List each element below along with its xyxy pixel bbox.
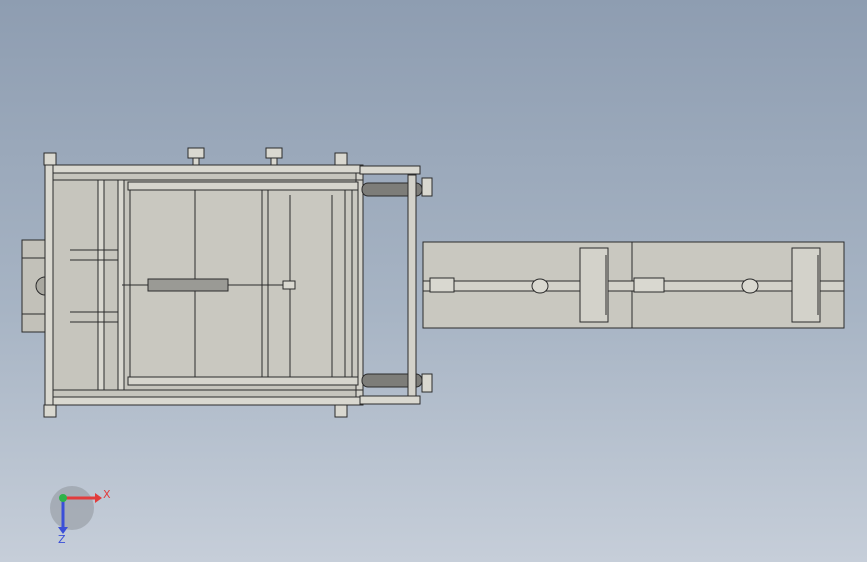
y-axis-icon <box>59 494 67 502</box>
extension-plate <box>422 241 845 329</box>
triad-shadow <box>50 486 94 530</box>
roller-cylinders <box>359 165 433 405</box>
top-brackets <box>187 147 283 166</box>
machine-assembly-topview <box>21 147 845 418</box>
x-axis-label: X <box>103 488 111 501</box>
x-arrow-icon <box>95 493 102 503</box>
z-axis-label: Z <box>58 533 66 546</box>
axis-triad: X Z <box>50 486 111 546</box>
cad-viewport[interactable]: X Z <box>0 0 867 562</box>
